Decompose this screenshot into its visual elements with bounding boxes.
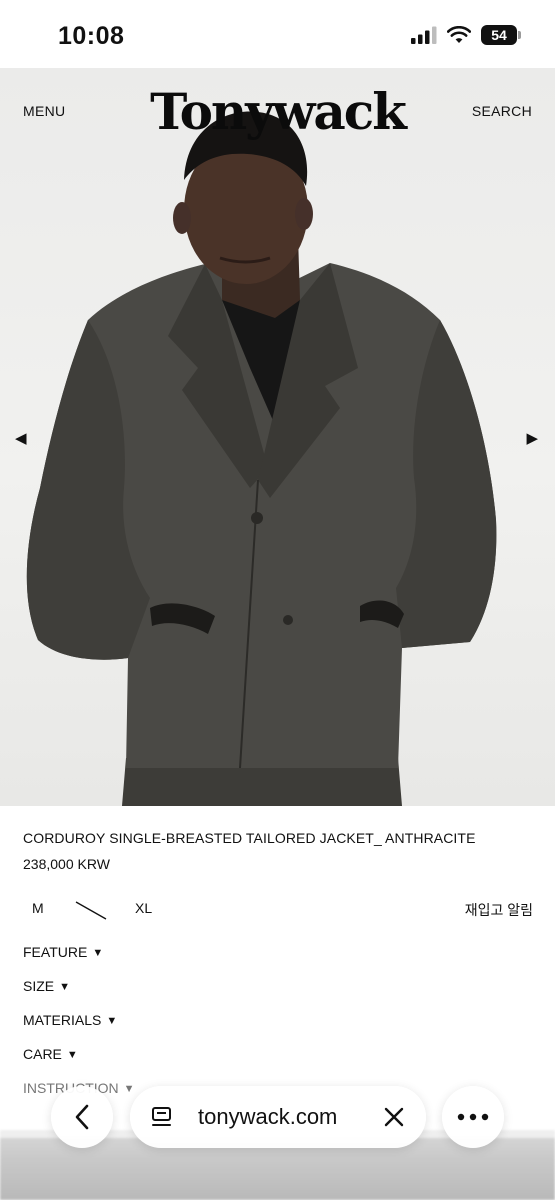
- status-time: 10:08: [58, 22, 125, 50]
- wifi-icon: [447, 26, 471, 43]
- product-title: CORDUROY SINGLE-BREASTED TAILORED JACKET…: [23, 830, 476, 846]
- product-photo: [26, 111, 497, 806]
- size-selector: M XL 재입고 알림: [23, 900, 533, 920]
- close-icon[interactable]: [382, 1105, 406, 1129]
- caret-down-icon: ▼: [66, 1049, 78, 1061]
- address-bar[interactable]: tonywack.com: [130, 1086, 426, 1148]
- browser-more-button[interactable]: [442, 1086, 504, 1148]
- caret-down-icon: ▼: [123, 1083, 135, 1095]
- status-bar: 10:08 54: [0, 0, 555, 68]
- signal-icon: [411, 26, 437, 44]
- size-option-m[interactable]: M: [32, 900, 44, 916]
- accordion-label: MATERIALS: [23, 1012, 102, 1028]
- battery-icon: 54: [481, 25, 521, 45]
- caret-down-icon: ▼: [106, 1015, 118, 1027]
- size-option-l-sold-out: [75, 900, 107, 920]
- accordion-size[interactable]: SIZE ▼: [23, 978, 70, 994]
- next-image-arrow-icon[interactable]: ▶: [526, 429, 538, 447]
- more-icon: [457, 1113, 489, 1121]
- chevron-left-icon: [75, 1104, 89, 1130]
- sold-out-strike-icon: [75, 901, 107, 920]
- browser-back-button[interactable]: [51, 1086, 113, 1148]
- accordion-label: CARE: [23, 1046, 62, 1062]
- accordion-feature[interactable]: FEATURE ▼: [23, 944, 103, 960]
- caret-down-icon: ▼: [92, 947, 104, 959]
- url-text[interactable]: tonywack.com: [198, 1104, 337, 1130]
- product-image-gallery[interactable]: MENU Tonywack SEARCH ◀ ▶: [0, 68, 555, 806]
- status-icons: 54: [411, 25, 521, 45]
- accordion-materials[interactable]: MATERIALS ▼: [23, 1012, 117, 1028]
- search-button[interactable]: SEARCH: [472, 103, 532, 119]
- accordion-care[interactable]: CARE ▼: [23, 1046, 78, 1062]
- restock-notify-button[interactable]: 재입고 알림: [465, 900, 533, 920]
- caret-down-icon: ▼: [59, 981, 71, 993]
- accordion-label: SIZE: [23, 978, 55, 994]
- accordion-label: FEATURE: [23, 944, 88, 960]
- size-option-xl[interactable]: XL: [135, 900, 152, 916]
- tabs-icon[interactable]: [150, 1105, 174, 1129]
- previous-image-arrow-icon[interactable]: ◀: [15, 429, 27, 447]
- product-price: 238,000 KRW: [23, 856, 110, 872]
